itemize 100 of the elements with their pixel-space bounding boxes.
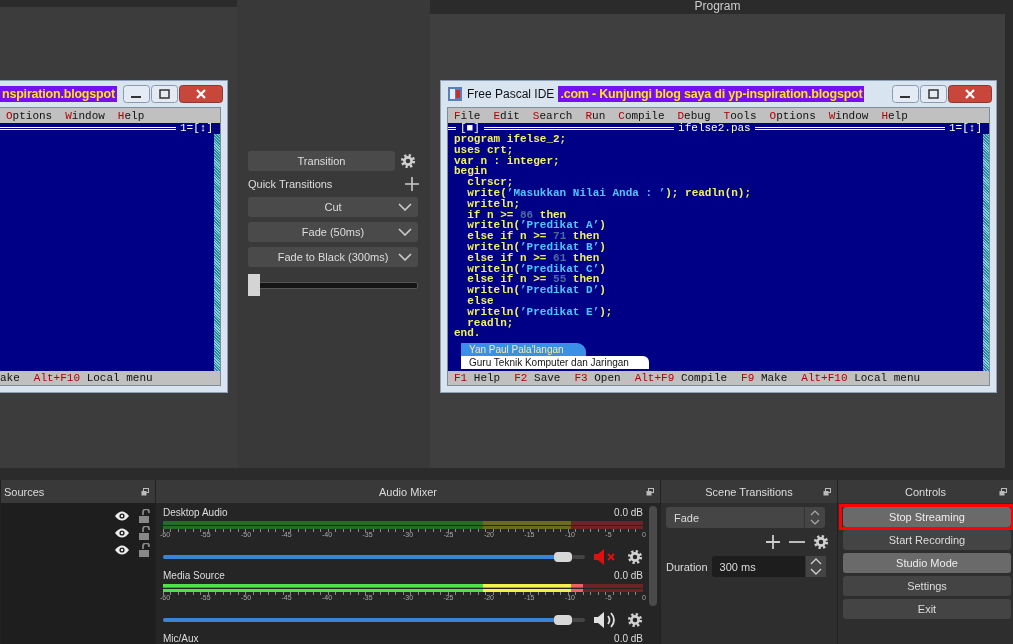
quick-transition-button[interactable]: Cut [248, 197, 418, 217]
settings-icon[interactable] [627, 549, 643, 565]
code-line: else if n >= 61 then [466, 252, 601, 264]
settings-icon[interactable] [627, 612, 643, 628]
name-caption: Yan Paul Pala'langan [461, 343, 586, 356]
code-line: end. [454, 328, 481, 340]
channel-name: Desktop Audio [163, 507, 228, 519]
control-button[interactable]: Exit [843, 599, 1011, 619]
volume-reading: 0.0 dB [614, 633, 643, 644]
unlocked-lock-icon[interactable] [138, 525, 150, 540]
menu-item[interactable]: Tools [723, 109, 757, 122]
code-line: writeln(’Predikat D’) [466, 285, 607, 296]
volume-slider[interactable] [163, 618, 585, 622]
float-icon[interactable] [646, 488, 654, 496]
volume-reading: 0.0 dB [614, 570, 643, 582]
maximize-button[interactable] [151, 84, 178, 103]
code-line: writeln(’Predikat C’) [466, 263, 607, 275]
menu-item[interactable]: Edit [493, 109, 520, 122]
float-icon[interactable] [999, 488, 1007, 496]
code-line: readln; [467, 317, 514, 329]
close-box[interactable]: [■] [460, 123, 480, 134]
status-item[interactable]: F2 Save [514, 372, 561, 384]
code-line: writeln; [466, 198, 521, 210]
code-line: else if n >= 55 then [466, 274, 601, 286]
chevron-down-icon [398, 203, 412, 211]
close-button[interactable] [179, 84, 223, 103]
scrollbar[interactable] [649, 506, 657, 606]
quick-transition-button[interactable]: Fade (50ms) [248, 222, 418, 242]
duration-label: Duration [666, 560, 708, 573]
status-item[interactable]: Alt+F10 Local menu [33, 372, 153, 384]
window-number: 1=[↕] [180, 123, 213, 134]
control-button[interactable]: Settings [843, 576, 1011, 596]
window-number: 1=[↕] [949, 123, 982, 134]
menu-item[interactable]: Compile [618, 109, 665, 122]
file-title: ifelse2.pas [678, 123, 751, 134]
volume-reading: 0.0 dB [614, 507, 643, 519]
chevron-down-icon [398, 228, 412, 236]
settings-icon[interactable] [813, 534, 829, 550]
status-item[interactable]: F9 Make [741, 372, 788, 384]
menu-item[interactable]: Help [881, 109, 908, 122]
eye-icon[interactable] [114, 509, 130, 522]
dock-title: Audio Mixer [378, 485, 438, 498]
status-item[interactable]: Alt+F9 Compile [634, 372, 728, 384]
window-title: Free Pascal IDE [467, 86, 555, 101]
volume-slider[interactable] [163, 555, 585, 559]
status-item[interactable]: F1 Help [454, 372, 501, 384]
spin-arrows-icon [804, 556, 826, 577]
code-line: else if n >= 71 then [466, 231, 601, 242]
menu-item[interactable]: Options [769, 109, 816, 122]
minimize-button[interactable] [892, 84, 919, 103]
control-button[interactable]: Stop Streaming [843, 507, 1011, 527]
code-line: begin [454, 166, 487, 178]
maximize-button[interactable] [920, 84, 947, 103]
title-caption: Guru Teknik Komputer dan Jaringan [461, 356, 649, 369]
menu-item[interactable]: Options [6, 109, 53, 122]
eye-icon[interactable] [114, 543, 130, 556]
code-line: writeln(’Predikat A’) [466, 220, 607, 232]
menu-item[interactable]: Run [585, 109, 606, 122]
transition-slider[interactable] [248, 274, 418, 296]
duration-field[interactable]: 300 ms [711, 556, 826, 577]
code-line: var n : integer; [454, 155, 561, 167]
float-icon[interactable] [823, 488, 831, 496]
settings-icon[interactable] [400, 153, 416, 169]
eye-icon[interactable] [114, 526, 130, 539]
menu-item[interactable]: Search [532, 109, 573, 122]
float-icon[interactable] [141, 488, 149, 496]
code-line: write(’Masukkan Nilai Anda : ’); readln(n); [466, 188, 753, 199]
remove-icon[interactable] [789, 540, 805, 544]
unlocked-lock-icon[interactable] [138, 508, 150, 523]
app-icon [447, 85, 463, 102]
menu-item[interactable]: Window [828, 109, 869, 122]
menu-item[interactable]: Window [65, 109, 105, 122]
code-line: program ifelse_2; [454, 134, 568, 145]
code-line: if n >= 86 then [466, 209, 567, 221]
add-icon[interactable] [765, 534, 781, 550]
transition-button[interactable]: Transition [248, 151, 395, 171]
control-button[interactable]: Studio Mode [843, 553, 1011, 573]
close-button[interactable] [948, 84, 992, 103]
code-line: clrscr; [467, 177, 514, 188]
menu-item[interactable]: Debug [677, 109, 711, 122]
code-line: else [466, 295, 494, 307]
transition-select[interactable]: Fade [666, 507, 825, 528]
channel-name: Media Source [163, 570, 225, 582]
status-item[interactable]: Alt+F10 Local menu [801, 372, 921, 384]
control-button[interactable]: Start Recording [843, 530, 1011, 550]
menu-item[interactable]: Help [117, 109, 145, 122]
program-label: Program [694, 0, 741, 14]
code-line: writeln(’Predikat E’); [466, 306, 614, 318]
minimize-button[interactable] [123, 84, 150, 103]
unlocked-lock-icon[interactable] [138, 542, 150, 557]
code-line: uses crt; [454, 144, 514, 156]
status-item[interactable]: F3 Open [574, 372, 621, 384]
menu-item[interactable]: File [454, 109, 481, 122]
status-item[interactable]: ake [0, 372, 20, 384]
quick-transitions-label: Quick Transitions [248, 178, 334, 190]
quick-transition-button[interactable]: Fade to Black (300ms) [248, 247, 418, 267]
add-icon[interactable] [404, 176, 420, 192]
banner-text: nspiration.blogspot [0, 85, 117, 102]
banner-text: .com - Kunjungi blog saya di yp-inspiration.blogspot [558, 85, 865, 102]
code-line: writeln(’Predikat B’) [466, 241, 607, 253]
